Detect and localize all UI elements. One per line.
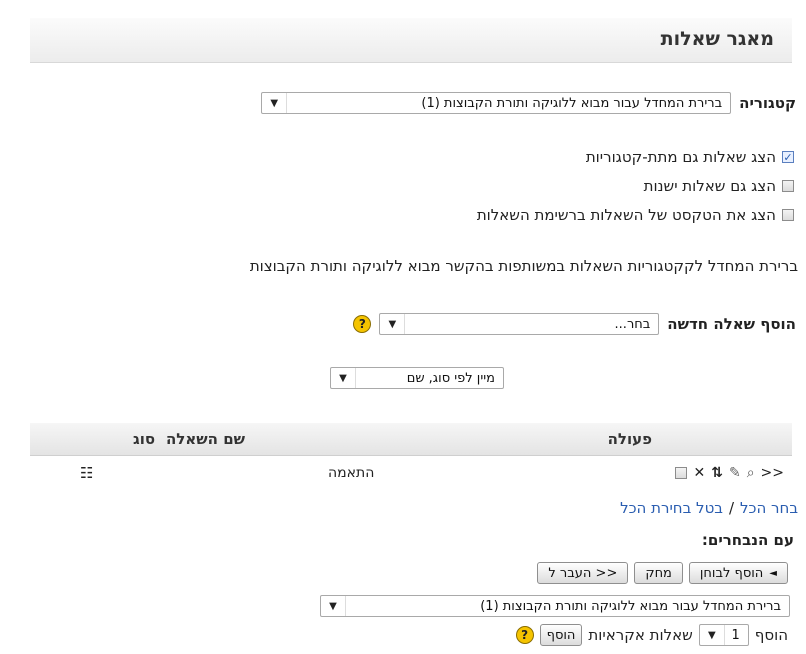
with-selected-label: עם הנבחרים: (701, 531, 794, 549)
category-select-value: ברירת המחדל עבור מבוא ללוגיקה ותורת הקבו… (421, 95, 723, 111)
selection-links: בחר הכל / בטל בחירת הכל (620, 499, 798, 517)
category-select[interactable]: ברירת המחדל עבור מבוא ללוגיקה ותורת הקבו… (261, 92, 732, 114)
question-bank-page: מאגר שאלות קטגוריה ברירת המחדל עבור מבוא… (0, 0, 806, 654)
chevron-down-icon: ▼ (331, 368, 356, 388)
chevron-down-icon: ▼ (700, 625, 725, 645)
deselect-all-link[interactable]: בטל בחירת הכל (620, 499, 723, 517)
question-type-value: בחר... (614, 316, 651, 332)
category-label: קטגוריה (739, 94, 796, 112)
random-suffix: שאלות אקראיות (588, 626, 693, 644)
question-name: התאמה (328, 465, 375, 481)
bulk-actions-row: ◄ הוסף לבוחן מחק העבר ל >> (537, 562, 788, 584)
option-label: הצג שאלות גם מתת-קטגוריות (585, 148, 776, 166)
add-to-quiz-button[interactable]: ◄ הוסף לבוחן (688, 562, 788, 584)
col-type: סוג (133, 430, 156, 448)
help-icon[interactable]: ? (515, 626, 534, 644)
delete-button[interactable]: מחק (634, 562, 683, 584)
question-type-select[interactable]: בחר... ▼ (379, 313, 660, 335)
target-category-value: ברירת המחדל עבור מבוא ללוגיקה ותורת הקבו… (480, 598, 781, 614)
old-questions-checkbox[interactable] (782, 180, 794, 192)
sort-value: מיין לפי סוג, שם (406, 370, 495, 386)
subcategories-checkbox[interactable]: ✓ (782, 151, 794, 164)
option-old-questions[interactable]: הצג גם שאלות ישנות (644, 177, 794, 195)
random-questions-row: הוסף 1 ▼ שאלות אקראיות הוסף ? (515, 624, 788, 646)
col-action: פעולה (607, 430, 652, 448)
header-bar: מאגר שאלות (30, 18, 792, 63)
chevron-down-icon: ▼ (380, 314, 406, 334)
add-to-quiz-icon[interactable]: << (761, 465, 784, 481)
questions-table-header: פעולה שם השאלה סוג (30, 423, 792, 456)
option-label: הצג גם שאלות ישנות (643, 177, 776, 195)
add-to-quiz-label: הוסף לבוחן (699, 565, 764, 581)
chevron-down-icon: ▼ (321, 596, 346, 616)
option-label: הצג את הטקסט של השאלות ברשימת השאלות (476, 206, 776, 224)
add-random-button[interactable]: הוסף (539, 624, 583, 646)
target-category-select[interactable]: ברירת המחדל עבור מבוא ללוגיקה ותורת הקבו… (320, 595, 790, 617)
category-info-text: ברירת המחדל לקקטגוריות השאלות במשותפות ב… (249, 257, 798, 275)
select-all-link[interactable]: בחר הכל (740, 499, 798, 517)
category-row: קטגוריה ברירת המחדל עבור מבוא ללוגיקה ות… (261, 92, 796, 114)
option-question-text[interactable]: הצג את הטקסט של השאלות ברשימת השאלות (477, 206, 794, 224)
preview-icon[interactable]: ⌕ (747, 465, 755, 481)
play-icon: ◄ (769, 567, 777, 579)
question-text-checkbox[interactable] (782, 209, 794, 221)
random-prefix: הוסף (754, 626, 788, 644)
option-subcategories[interactable]: ✓ הצג שאלות גם מתת-קטגוריות (586, 148, 794, 166)
col-name: שם השאלה (166, 430, 246, 448)
random-count-select[interactable]: 1 ▼ (698, 624, 749, 646)
random-count-value: 1 (731, 627, 740, 643)
add-question-row: הוסף שאלה חדשה בחר... ▼ ? (353, 313, 796, 335)
page-title: מאגר שאלות (660, 28, 774, 50)
delete-icon[interactable]: ✕ (693, 465, 705, 481)
row-actions: << ⌕ ✎ ⇅ ✕ (675, 465, 784, 481)
move-icon[interactable]: ⇅ (711, 465, 723, 481)
sort-select[interactable]: מיין לפי סוג, שם ▼ (330, 367, 504, 389)
row-select-checkbox[interactable] (675, 467, 688, 479)
chevron-down-icon: ▼ (262, 93, 288, 113)
selection-separator: / (728, 499, 735, 517)
edit-icon[interactable]: ✎ (729, 465, 741, 481)
table-row: << ⌕ ✎ ⇅ ✕ התאמה ☷ (30, 459, 792, 489)
help-icon[interactable]: ? (353, 315, 372, 333)
add-question-label: הוסף שאלה חדשה (667, 315, 796, 333)
matching-icon: ☷ (80, 464, 94, 482)
move-to-button[interactable]: העבר ל >> (537, 562, 629, 584)
